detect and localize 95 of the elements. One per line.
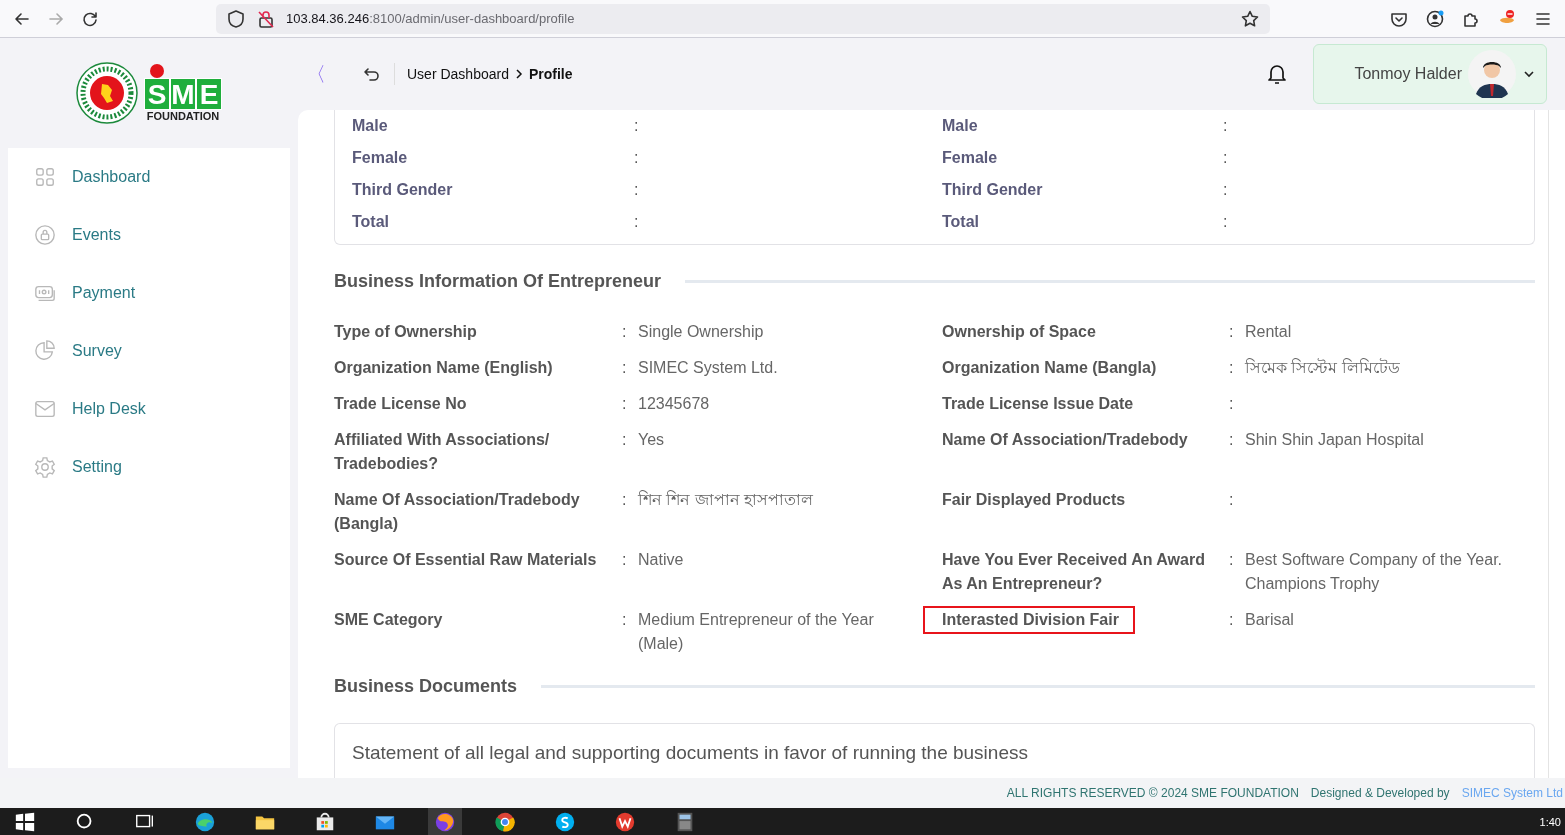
field-label: Male xyxy=(942,116,979,136)
envelope-icon xyxy=(34,398,56,420)
field-value: Shin Shin Japan Hospital xyxy=(1245,430,1425,450)
field-value: 12345678 xyxy=(638,394,711,414)
colon: : xyxy=(1229,322,1235,342)
grid-icon xyxy=(34,166,56,188)
field-label: Third Gender xyxy=(942,180,1044,200)
breadcrumb-item: Profile xyxy=(528,66,573,82)
colon: : xyxy=(622,610,628,630)
sidebar-item[interactable]: Help Desk xyxy=(8,380,290,438)
address-bar[interactable]: 103.84.36.246:8100/admin/user-dashboard/profile xyxy=(216,3,1270,34)
windows-icon[interactable] xyxy=(14,810,36,833)
field-label: Type of Ownership xyxy=(334,322,477,342)
user-menu[interactable]: Tonmoy Halder xyxy=(1313,44,1547,104)
field-label: Source Of Essential Raw Materials xyxy=(334,550,597,570)
field-value: Medium Entrepreneur of the Year (Male) xyxy=(638,610,875,654)
field-label: Fair Displayed Products xyxy=(942,490,1126,510)
sidebar-item[interactable]: Events xyxy=(8,206,290,264)
field-label: Have You Ever Received An Award As An Entrepreneur? xyxy=(942,550,1206,594)
colon: : xyxy=(1229,358,1235,378)
shopping-bag-icon xyxy=(314,810,336,833)
field-label: Name Of Association/Tradebody xyxy=(942,430,1188,450)
lock-icon xyxy=(256,8,276,29)
field-value: শিন শিন জাপান হাসপাতাল xyxy=(638,489,815,510)
field-label: Trade License Issue Date xyxy=(942,394,1134,414)
section-title: Business Documents xyxy=(334,676,518,697)
colon: : xyxy=(622,358,628,378)
field-label: Male xyxy=(352,116,389,136)
sidebar-item[interactable]: Setting xyxy=(8,438,290,496)
colon: : xyxy=(1229,430,1235,450)
sidebar-item[interactable]: Dashboard xyxy=(8,148,290,206)
field-value: সিমেক সিস্টেম লিমিটেড xyxy=(1245,357,1401,378)
colon: : xyxy=(1229,490,1235,510)
field-label: Organization Name (English) xyxy=(334,358,553,378)
section-title: Business Information Of Entrepreneur xyxy=(334,271,662,292)
field-label: Total xyxy=(352,212,391,232)
browser-icon xyxy=(434,810,456,833)
colon: : xyxy=(622,550,628,570)
colon: : xyxy=(1223,180,1229,200)
field-label: Affiliated With Associations/ Tradebodies? xyxy=(334,430,551,474)
copyright-text: ALL RIGHTS RESERVED © 2024 SME FOUNDATION xyxy=(1006,786,1299,800)
sidebar-item[interactable]: Survey xyxy=(8,322,290,380)
field-value: Best Software Company of the Year. Champions Trophy xyxy=(1245,550,1504,594)
document-app-icon xyxy=(614,810,636,833)
field-label: Name Of Association/Tradebody (Bangla) xyxy=(334,490,581,534)
field-label: Third Gender xyxy=(352,180,454,200)
colon: : xyxy=(622,490,628,510)
settings-icon xyxy=(34,456,56,478)
field-label: Interasted Division Fair xyxy=(925,608,1133,632)
colon: : xyxy=(634,212,640,232)
colon: : xyxy=(622,394,628,414)
colon: : xyxy=(1229,610,1235,630)
credit-text: Designed & Developed by xyxy=(1310,786,1450,800)
colon: : xyxy=(622,322,628,342)
colon: : xyxy=(1229,550,1235,570)
card-description: Statement of all legal and supporting documents in favor of running the business xyxy=(352,742,1029,764)
lock-icon xyxy=(34,224,56,246)
colon: : xyxy=(1223,212,1229,232)
field-label: Trade License No xyxy=(334,394,467,414)
clock-text: 1:40 xyxy=(1539,815,1562,828)
colon: : xyxy=(634,116,640,136)
bell-icon[interactable] xyxy=(1265,62,1289,86)
colon: : xyxy=(1223,116,1229,136)
collapse-toggle[interactable]: 〈 xyxy=(306,60,322,88)
field-value: SIMEC System Ltd. xyxy=(638,358,779,378)
chat-icon xyxy=(554,810,576,833)
field-value: Native xyxy=(638,550,685,570)
colon: : xyxy=(634,180,640,200)
sidebar-item[interactable]: Payment xyxy=(8,264,290,322)
avatar xyxy=(1468,50,1516,98)
field-label: Ownership of Space xyxy=(942,322,1096,342)
logo-wordmark: S M E xyxy=(144,64,222,110)
field-value: Barisal xyxy=(1245,610,1295,630)
browser-icon xyxy=(194,810,216,833)
colon: : xyxy=(622,430,628,450)
field-label: Female xyxy=(942,148,999,168)
field-value: Yes xyxy=(638,430,666,450)
field-label: Organization Name (Bangla) xyxy=(942,358,1157,378)
field-label: Total xyxy=(942,212,981,232)
shield-icon xyxy=(226,8,246,29)
colon: : xyxy=(1229,394,1235,414)
logo-subtitle: FOUNDATION xyxy=(146,110,220,122)
field-value: Single Ownership xyxy=(638,322,765,342)
account-icon[interactable] xyxy=(1425,8,1445,29)
field-label: Female xyxy=(352,148,409,168)
url-text: 103.84.36.246:8100/admin/user-dashboard/profile xyxy=(286,11,575,26)
field-label: SME Category xyxy=(334,610,443,630)
breadcrumb-item[interactable]: User Dashboard xyxy=(407,66,509,82)
field-value: Rental xyxy=(1245,322,1293,342)
browser-icon xyxy=(494,810,516,833)
emblem-icon xyxy=(76,62,138,124)
star-icon[interactable] xyxy=(1240,8,1260,29)
colon: : xyxy=(1223,148,1229,168)
pie-chart-icon xyxy=(34,340,56,362)
colon: : xyxy=(634,148,640,168)
